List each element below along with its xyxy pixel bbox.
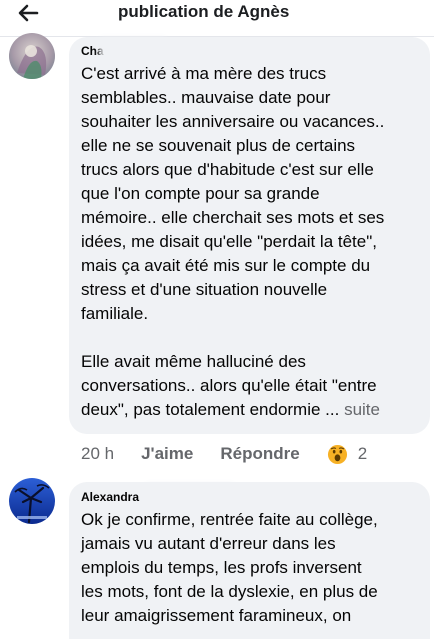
comment-text: Ok je confirme, rentrée faite au collège…: [81, 510, 378, 625]
reaction-summary[interactable]: 2: [327, 444, 367, 465]
comment-actions: 20 h J'aime Répondre 2: [81, 442, 367, 466]
comment-author[interactable]: Alexandra: [81, 490, 139, 504]
app-window: publication de Agnès Cha C'est arrivé à …: [0, 0, 434, 639]
avatar[interactable]: [9, 478, 55, 524]
comment-ellipsis: ...: [320, 400, 345, 419]
reply-button[interactable]: Répondre: [220, 444, 299, 464]
comment-timestamp[interactable]: 20 h: [81, 444, 114, 464]
see-more-link[interactable]: suite: [344, 400, 380, 419]
comment-author[interactable]: Cha: [81, 44, 104, 58]
avatar[interactable]: [9, 33, 55, 79]
avatar-image: [9, 478, 55, 524]
wow-face-icon: [327, 444, 347, 464]
avatar-image: [9, 33, 55, 79]
arrow-left-icon: [18, 4, 39, 22]
like-button[interactable]: J'aime: [141, 444, 193, 464]
reaction-count: 2: [357, 444, 368, 463]
name-redaction: [104, 42, 162, 56]
top-bar: publication de Agnès: [0, 0, 434, 37]
back-button[interactable]: [10, 0, 46, 26]
comment-body: C'est arrivé à ma mère des trucs semblab…: [81, 64, 385, 419]
page-title: publication de Agnès: [118, 2, 290, 21]
comment-text: C'est arrivé à ma mère des trucs semblab…: [81, 62, 426, 422]
name-redaction: [150, 488, 230, 502]
